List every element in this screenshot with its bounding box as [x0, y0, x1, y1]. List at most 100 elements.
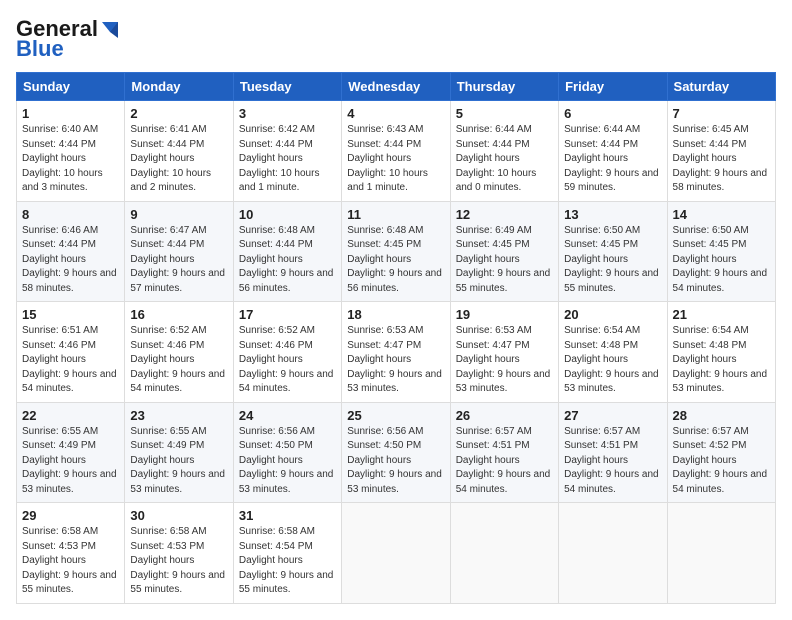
week-row: 8 Sunrise: 6:46 AMSunset: 4:44 PMDaylight…	[17, 201, 776, 302]
day-cell	[450, 503, 558, 604]
logo-icon	[100, 18, 122, 40]
day-number: 21	[673, 307, 770, 322]
day-number: 22	[22, 408, 119, 423]
day-number: 1	[22, 106, 119, 121]
week-row: 15 Sunrise: 6:51 AMSunset: 4:46 PMDayligh…	[17, 302, 776, 403]
day-cell: 2Sunrise: 6:41 AMSunset: 4:44 PMDaylight…	[125, 101, 233, 202]
day-number: 5	[456, 106, 553, 121]
day-number: 29	[22, 508, 119, 523]
day-cell	[667, 503, 775, 604]
day-cell: 13 Sunrise: 6:50 AMSunset: 4:45 PMDayligh…	[559, 201, 667, 302]
day-cell: 31 Sunrise: 6:58 AMSunset: 4:54 PMDayligh…	[233, 503, 341, 604]
day-cell: 6 Sunrise: 6:44 AMSunset: 4:44 PMDaylight…	[559, 101, 667, 202]
day-number: 24	[239, 408, 336, 423]
day-number: 12	[456, 207, 553, 222]
day-cell: 21 Sunrise: 6:54 AMSunset: 4:48 PMDayligh…	[667, 302, 775, 403]
day-number: 17	[239, 307, 336, 322]
day-info: Sunrise: 6:56 AMSunset: 4:50 PMDaylight …	[347, 425, 444, 498]
day-number: 6	[564, 106, 661, 121]
day-info: Sunrise: 6:53 AMSunset: 4:47 PMDaylight …	[347, 324, 444, 397]
day-cell: 19 Sunrise: 6:53 AMSunset: 4:47 PMDayligh…	[450, 302, 558, 403]
day-info: Sunrise: 6:40 AMSunset: 4:44 PMDaylight …	[22, 123, 119, 196]
header-row: SundayMondayTuesdayWednesdayThursdayFrid…	[17, 73, 776, 101]
day-cell: 4 Sunrise: 6:43 AMSunset: 4:44 PMDaylight…	[342, 101, 450, 202]
day-info: Sunrise: 6:58 AMSunset: 4:54 PMDaylight …	[239, 525, 336, 598]
day-info: Sunrise: 6:58 AMSunset: 4:53 PMDaylight …	[22, 525, 119, 598]
day-info: Sunrise: 6:49 AMSunset: 4:45 PMDaylight …	[456, 224, 553, 297]
day-info: Sunrise: 6:51 AMSunset: 4:46 PMDaylight …	[22, 324, 119, 397]
day-cell: 18 Sunrise: 6:53 AMSunset: 4:47 PMDayligh…	[342, 302, 450, 403]
day-info: Sunrise: 6:53 AMSunset: 4:47 PMDaylight …	[456, 324, 553, 397]
day-cell: 9 Sunrise: 6:47 AMSunset: 4:44 PMDaylight…	[125, 201, 233, 302]
day-number: 28	[673, 408, 770, 423]
day-info: Sunrise: 6:57 AMSunset: 4:51 PMDaylight …	[564, 425, 661, 498]
day-number: 8	[22, 207, 119, 222]
day-number: 20	[564, 307, 661, 322]
day-header-saturday: Saturday	[667, 73, 775, 101]
day-number: 10	[239, 207, 336, 222]
day-info: Sunrise: 6:44 AMSunset: 4:44 PMDaylight …	[564, 123, 661, 196]
day-cell: 24 Sunrise: 6:56 AMSunset: 4:50 PMDayligh…	[233, 402, 341, 503]
day-info: Sunrise: 6:52 AMSunset: 4:46 PMDaylight …	[239, 324, 336, 397]
day-cell: 27 Sunrise: 6:57 AMSunset: 4:51 PMDayligh…	[559, 402, 667, 503]
day-cell: 7 Sunrise: 6:45 AMSunset: 4:44 PMDaylight…	[667, 101, 775, 202]
calendar-table: SundayMondayTuesdayWednesdayThursdayFrid…	[16, 72, 776, 604]
day-cell: 11 Sunrise: 6:48 AMSunset: 4:45 PMDayligh…	[342, 201, 450, 302]
day-cell: 12 Sunrise: 6:49 AMSunset: 4:45 PMDayligh…	[450, 201, 558, 302]
day-number: 31	[239, 508, 336, 523]
day-header-wednesday: Wednesday	[342, 73, 450, 101]
day-number: 7	[673, 106, 770, 121]
day-number: 30	[130, 508, 227, 523]
day-info: Sunrise: 6:48 AMSunset: 4:44 PMDaylight …	[239, 224, 336, 297]
day-info: Sunrise: 6:56 AMSunset: 4:50 PMDaylight …	[239, 425, 336, 498]
day-cell: 3Sunrise: 6:42 AMSunset: 4:44 PMDaylight…	[233, 101, 341, 202]
day-number: 3	[239, 106, 336, 121]
day-info: Sunrise: 6:48 AMSunset: 4:45 PMDaylight …	[347, 224, 444, 297]
day-cell: 22Sunrise: 6:55 AMSunset: 4:49 PMDayligh…	[17, 402, 125, 503]
day-info: Sunrise: 6:43 AMSunset: 4:44 PMDaylight …	[347, 123, 444, 196]
day-cell: 28 Sunrise: 6:57 AMSunset: 4:52 PMDayligh…	[667, 402, 775, 503]
logo: General Blue	[16, 16, 122, 62]
page-header: General Blue	[16, 16, 776, 62]
day-number: 15	[22, 307, 119, 322]
day-info: Sunrise: 6:54 AMSunset: 4:48 PMDaylight …	[564, 324, 661, 397]
day-cell	[342, 503, 450, 604]
day-cell: 14Sunrise: 6:50 AMSunset: 4:45 PMDayligh…	[667, 201, 775, 302]
day-number: 2	[130, 106, 227, 121]
logo-blue-text: Blue	[16, 36, 64, 62]
day-cell: 17 Sunrise: 6:52 AMSunset: 4:46 PMDayligh…	[233, 302, 341, 403]
day-number: 16	[130, 307, 227, 322]
day-cell: 23 Sunrise: 6:55 AMSunset: 4:49 PMDayligh…	[125, 402, 233, 503]
day-info: Sunrise: 6:44 AMSunset: 4:44 PMDaylight …	[456, 123, 553, 196]
day-info: Sunrise: 6:54 AMSunset: 4:48 PMDaylight …	[673, 324, 770, 397]
day-number: 23	[130, 408, 227, 423]
day-cell: 29 Sunrise: 6:58 AMSunset: 4:53 PMDayligh…	[17, 503, 125, 604]
week-row: 22 Sunrise: 6:55 AMSunset: 4:49 PMDayligh…	[17, 402, 776, 503]
day-info: Sunrise: 6:47 AMSunset: 4:44 PMDaylight …	[130, 224, 227, 297]
day-number: 18	[347, 307, 444, 322]
day-cell: 1 Sunrise: 6:40 AMSunset: 4:44 PMDaylight…	[17, 101, 125, 202]
day-info: Sunrise: 6:50 AMSunset: 4:45 PMDaylight …	[673, 224, 770, 297]
day-cell: 26Sunrise: 6:57 AMSunset: 4:51 PMDayligh…	[450, 402, 558, 503]
day-info: Sunrise: 6:55 AMSunset: 4:49 PMDaylight …	[130, 425, 227, 498]
week-row: 29 Sunrise: 6:58 AMSunset: 4:53 PMDayligh…	[17, 503, 776, 604]
week-row: 1 Sunrise: 6:40 AMSunset: 4:44 PMDaylight…	[17, 101, 776, 202]
day-header-friday: Friday	[559, 73, 667, 101]
day-number: 25	[347, 408, 444, 423]
day-number: 19	[456, 307, 553, 322]
day-number: 27	[564, 408, 661, 423]
day-cell: 5 Sunrise: 6:44 AMSunset: 4:44 PMDaylight…	[450, 101, 558, 202]
day-info: Sunrise: 6:46 AMSunset: 4:44 PMDaylight …	[22, 224, 119, 297]
day-cell	[559, 503, 667, 604]
day-number: 11	[347, 207, 444, 222]
day-info: Sunrise: 6:45 AMSunset: 4:44 PMDaylight …	[673, 123, 770, 196]
day-header-sunday: Sunday	[17, 73, 125, 101]
day-number: 4	[347, 106, 444, 121]
day-number: 9	[130, 207, 227, 222]
day-number: 13	[564, 207, 661, 222]
day-cell: 10 Sunrise: 6:48 AMSunset: 4:44 PMDayligh…	[233, 201, 341, 302]
day-cell: 15 Sunrise: 6:51 AMSunset: 4:46 PMDayligh…	[17, 302, 125, 403]
day-info: Sunrise: 6:57 AMSunset: 4:52 PMDaylight …	[673, 425, 770, 498]
day-info: Sunrise: 6:50 AMSunset: 4:45 PMDaylight …	[564, 224, 661, 297]
day-cell: 30Sunrise: 6:58 AMSunset: 4:53 PMDayligh…	[125, 503, 233, 604]
